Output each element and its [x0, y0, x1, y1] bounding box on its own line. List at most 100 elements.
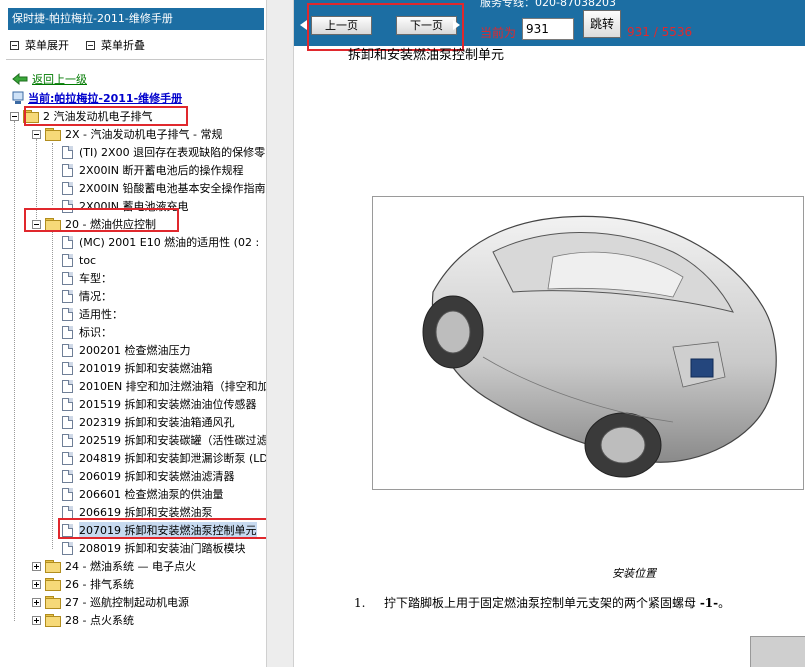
prev-page-button[interactable]: 上一页 — [311, 16, 372, 35]
tree-leaf[interactable]: 202519 拆卸和安装碳罐（活性碳过滤 — [62, 431, 266, 449]
folder-open-icon — [45, 218, 61, 231]
document-icon — [62, 397, 73, 411]
tree-node-root[interactable]: 2 汽油发动机电子排气 — [10, 107, 153, 125]
folder-icon — [45, 614, 61, 627]
tree-leaf[interactable]: 200201 检查燃油压力 — [62, 341, 191, 359]
tree-leaf-label: 206601 检查燃油泵的供油量 — [79, 488, 224, 501]
car-drawing — [422, 215, 777, 478]
tree-node-label: 27 - 巡航控制起动机电源 — [65, 596, 189, 609]
current-page-label: 当前为 — [480, 26, 517, 40]
tree-leaf[interactable]: 2010EN 排空和加注燃油箱（排空和加 — [62, 377, 266, 395]
tree-leaf[interactable]: 202319 拆卸和安装油箱通风孔 — [62, 413, 235, 431]
tree-node-label: 2X - 汽油发动机电子排气 - 常规 — [65, 128, 223, 141]
tree-leaf[interactable]: 适用性： — [62, 305, 123, 323]
collapse-toggle-icon[interactable] — [10, 111, 19, 121]
document-icon — [62, 433, 73, 447]
document-icon — [62, 487, 73, 501]
tree-leaf[interactable]: (TI) 2X00 退回存在表观缺陷的保修零 — [62, 143, 265, 161]
tree-node-label: 20 - 燃油供应控制 — [65, 218, 156, 231]
document-icon — [62, 289, 73, 303]
tree-leaf[interactable]: 206601 检查燃油泵的供油量 — [62, 485, 224, 503]
tree-leaf[interactable]: 208019 拆卸和安装油门踏板模块 — [62, 539, 246, 557]
document-icon — [62, 415, 73, 429]
document-icon — [62, 307, 73, 321]
tree-node-group-24[interactable]: 24 - 燃油系统 — 电子点火 — [32, 557, 196, 575]
tree-node-label: 28 - 点火系统 — [65, 614, 134, 627]
tree-leaf[interactable]: 201019 拆卸和安装燃油箱 — [62, 359, 213, 377]
tree-line — [52, 229, 53, 549]
tree-leaf[interactable]: 2X00IN 断开蓄电池后的操作规程 — [62, 161, 244, 179]
folder-icon — [45, 578, 61, 591]
panel-splitter[interactable] — [266, 0, 294, 667]
tree-leaf-label: 2010EN 排空和加注燃油箱（排空和加 — [79, 380, 266, 393]
tree-leaf-label: 206019 拆卸和安装燃油滤清器 — [79, 470, 235, 483]
tree-node-label: 24 - 燃油系统 — 电子点火 — [65, 560, 196, 573]
collapse-toggle-icon[interactable] — [32, 129, 41, 139]
tree-node-group-2x[interactable]: 2X - 汽油发动机电子排气 - 常规 — [32, 125, 222, 143]
next-page-button[interactable]: 下一页 — [396, 16, 457, 35]
expand-toggle-icon[interactable] — [32, 597, 41, 607]
expand-toggle-icon[interactable] — [32, 615, 41, 625]
current-location-label: 当前:帕拉梅拉-2011-维修手册 — [28, 92, 183, 105]
divider — [6, 59, 264, 60]
computer-icon — [12, 91, 24, 104]
tree-leaf-label: 207019 拆卸和安装燃油泵控制单元 — [79, 522, 257, 538]
current-location-link[interactable]: 当前:帕拉梅拉-2011-维修手册 — [11, 90, 182, 106]
collapse-toggle-icon[interactable] — [32, 219, 41, 229]
menu-collapse-button[interactable]: 菜单折叠 — [86, 37, 145, 53]
document-icon — [62, 379, 73, 393]
menu-expand-button[interactable]: 菜单展开 — [10, 37, 69, 53]
page-number-input[interactable] — [522, 18, 574, 40]
document-icon — [62, 343, 73, 357]
tree-node-label: 26 - 排气系统 — [65, 578, 134, 591]
step-reference: -1- — [699, 596, 719, 610]
step-tail: 。 — [718, 596, 731, 610]
back-link-label: 返回上一级 — [32, 73, 87, 86]
tree-line — [14, 121, 15, 621]
tree-leaf-label: 200201 检查燃油压力 — [79, 344, 191, 357]
page-count: 931 / 5536 — [627, 25, 693, 39]
tree-leaf-label: 车型： — [79, 272, 112, 285]
tree-leaf[interactable]: 2X00IN 蓄电池液充电 — [62, 197, 189, 215]
tree-node-group-26[interactable]: 26 - 排气系统 — [32, 575, 134, 593]
tree-leaf-label: 2X00IN 蓄电池液充电 — [79, 200, 189, 213]
document-icon — [62, 325, 73, 339]
left-arrow-icon — [300, 20, 307, 30]
tree-leaf[interactable]: toc — [62, 251, 96, 269]
expand-toggle-icon[interactable] — [32, 561, 41, 571]
tree-node-group-20[interactable]: 20 - 燃油供应控制 — [32, 215, 156, 233]
tree-leaf[interactable]: 204819 拆卸和安装卸泄漏诊断泵 (LD — [62, 449, 266, 467]
tree-leaf[interactable]: (MC) 2001 E10 燃油的适用性 (02 : — [62, 233, 259, 251]
expand-all-icon — [10, 40, 19, 50]
document-icon — [62, 505, 73, 519]
tree-node-group-27[interactable]: 27 - 巡航控制起动机电源 — [32, 593, 189, 611]
tree-leaf[interactable]: 车型： — [62, 269, 112, 287]
tree-leaf[interactable]: 2X00IN 铅酸蓄电池基本安全操作指南 — [62, 179, 266, 197]
expand-toggle-icon[interactable] — [32, 579, 41, 589]
tree-leaf-label: 201019 拆卸和安装燃油箱 — [79, 362, 213, 375]
tree-leaf[interactable]: 情况： — [62, 287, 112, 305]
right-arrow-icon — [453, 20, 460, 30]
tree-leaf-label: 适用性： — [79, 308, 123, 321]
document-icon — [62, 469, 73, 483]
collapse-all-icon — [86, 40, 95, 50]
document-icon — [62, 361, 73, 375]
tree-leaf[interactable]: 201519 拆卸和安装燃油油位传感器 — [62, 395, 257, 413]
document-icon — [62, 271, 73, 285]
manual-title-bar: 保时捷-帕拉梅拉-2011-维修手册 — [8, 8, 264, 30]
menu-collapse-label: 菜单折叠 — [101, 39, 145, 52]
tree-leaf[interactable]: 206019 拆卸和安装燃油滤清器 — [62, 467, 235, 485]
tree-leaf-selected[interactable]: 207019 拆卸和安装燃油泵控制单元 — [62, 521, 257, 539]
tree-leaf[interactable]: 206619 拆卸和安装燃油泵 — [62, 503, 213, 521]
folder-open-icon — [23, 110, 39, 123]
folder-open-icon — [45, 128, 61, 141]
next-figure-thumbnail — [750, 636, 805, 667]
back-link[interactable]: 返回上一级 — [12, 71, 87, 87]
figure-caption: 安装位置 — [612, 567, 656, 580]
go-to-page-button[interactable]: 跳转 — [583, 10, 621, 38]
tree-leaf[interactable]: 标识： — [62, 323, 112, 341]
document-title: 拆卸和安装燃油泵控制单元 — [348, 48, 505, 63]
tree-node-group-28[interactable]: 28 - 点火系统 — [32, 611, 134, 629]
tree-leaf-label: (MC) 2001 E10 燃油的适用性 (02 : — [79, 236, 260, 249]
document-icon — [62, 163, 73, 177]
